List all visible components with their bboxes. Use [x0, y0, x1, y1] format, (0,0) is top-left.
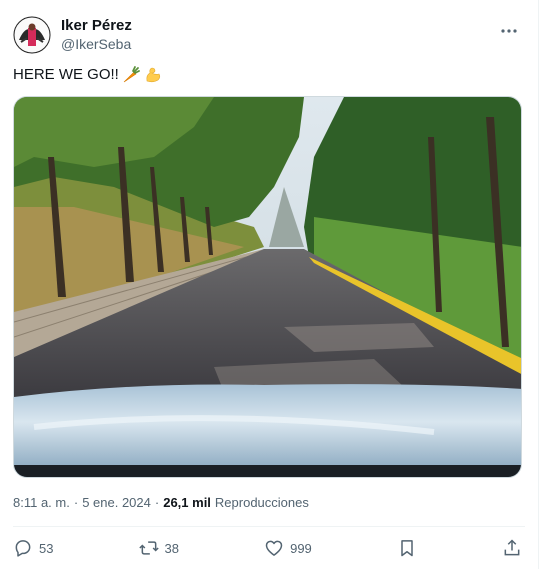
reply-button[interactable]: 53: [13, 538, 53, 558]
author-names: Iker Pérez @IkerSeba: [61, 17, 132, 53]
tweet-card: Iker Pérez @IkerSeba HERE WE GO!! 8:11 a…: [0, 0, 539, 569]
tweet-date[interactable]: 5 ene. 2024: [82, 495, 151, 510]
tweet-meta: 8:11 a. m. · 5 ene. 2024 · 26,1 mil Repr…: [13, 495, 309, 510]
like-count: 999: [290, 540, 312, 556]
meta-separator-2: ·: [154, 495, 160, 510]
tweet-header: Iker Pérez @IkerSeba: [13, 13, 525, 57]
like-button[interactable]: 999: [264, 538, 312, 558]
bookmark-icon: [401, 540, 413, 557]
tweet-text: HERE WE GO!!: [13, 64, 163, 86]
tweet-time[interactable]: 8:11 a. m.: [13, 495, 70, 510]
flexed-biceps-emoji-icon: [146, 67, 160, 83]
more-options-button[interactable]: [497, 19, 521, 43]
repost-count: 38: [164, 540, 180, 556]
repost-icon: [138, 541, 159, 555]
author-handle[interactable]: @IkerSeba: [61, 35, 132, 53]
reply-icon: [15, 540, 31, 557]
photo-tree-lined-road-icon: [14, 97, 521, 477]
views-count: 26,1 mil: [163, 495, 211, 510]
carrot-emoji-icon: [123, 66, 140, 83]
repost-button[interactable]: 38: [138, 538, 180, 558]
avatar[interactable]: [13, 16, 51, 54]
tweet-photo[interactable]: [13, 96, 522, 478]
bookmark-button[interactable]: [397, 538, 417, 558]
share-button[interactable]: [502, 538, 522, 558]
heart-icon: [265, 540, 283, 556]
meta-separator: ·: [73, 495, 79, 510]
author-display-name[interactable]: Iker Pérez: [61, 17, 132, 35]
tweet-text-content: HERE WE GO!!: [13, 66, 119, 83]
more-dots-icon: [501, 29, 517, 33]
avatar-image: [13, 16, 51, 54]
share-icon: [504, 539, 520, 556]
divider-top: [13, 526, 525, 527]
views-label: Reproducciones: [214, 495, 309, 510]
reply-count: 53: [39, 540, 54, 556]
action-bar: 53 38 999: [13, 528, 522, 568]
